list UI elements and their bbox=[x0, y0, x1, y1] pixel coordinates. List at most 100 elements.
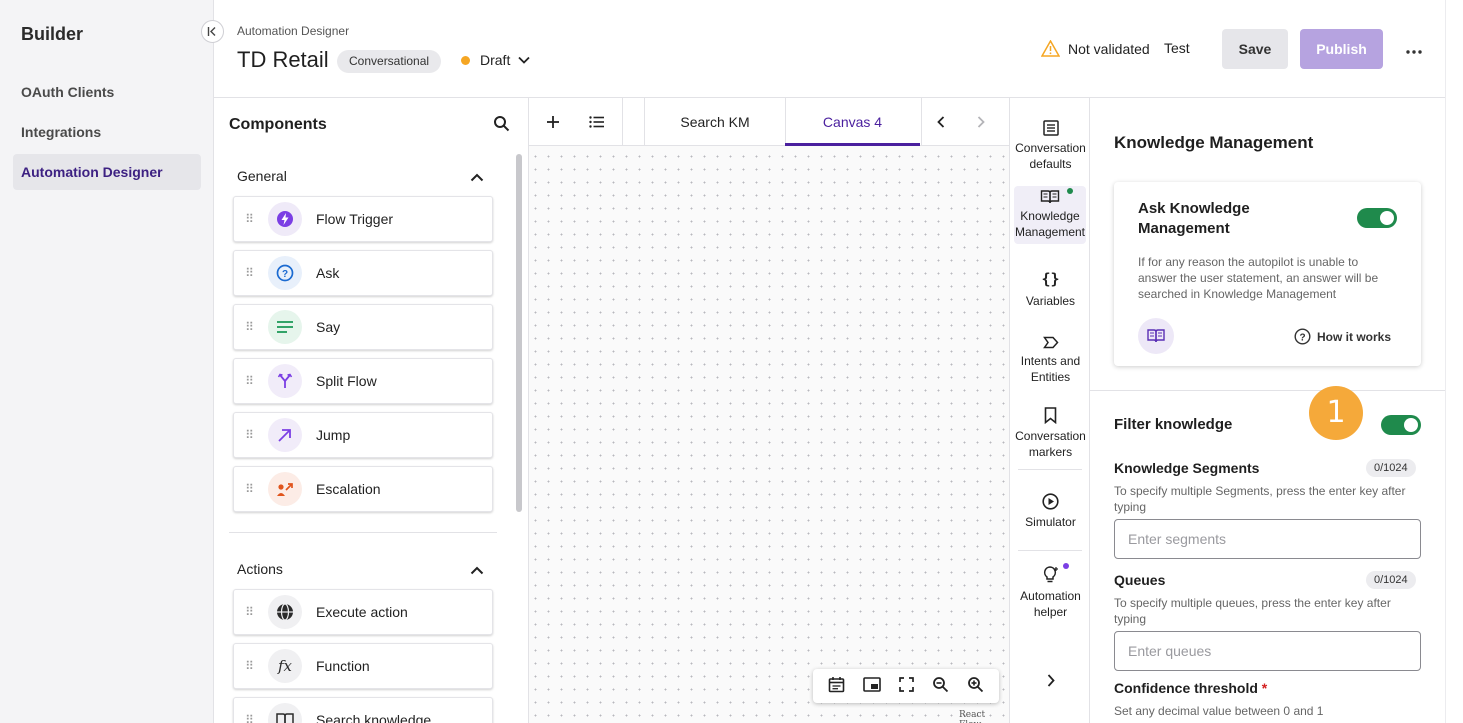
tab-separator bbox=[921, 98, 922, 146]
component-split-flow[interactable]: ⠿ Split Flow bbox=[233, 358, 493, 404]
drag-handle-icon[interactable]: ⠿ bbox=[234, 212, 264, 226]
active-indicator-dot bbox=[1067, 188, 1073, 194]
sidebar-item-label: Automation helper bbox=[1020, 589, 1081, 619]
tab-search-km[interactable]: Search KM bbox=[645, 98, 785, 146]
component-escalation[interactable]: ⠿ Escalation bbox=[233, 466, 493, 512]
status-label: Draft bbox=[480, 52, 511, 68]
sidebar-item-knowledge-management[interactable]: Knowledge Management bbox=[1014, 186, 1086, 244]
play-circle-icon bbox=[1042, 493, 1059, 510]
sidebar-item-intents-entities[interactable]: Intents and Entities bbox=[1010, 336, 1091, 385]
component-flow-trigger[interactable]: ⠿ Flow Trigger bbox=[233, 196, 493, 242]
tab-canvas-4[interactable]: Canvas 4 bbox=[785, 98, 920, 146]
status-dropdown[interactable]: Draft bbox=[461, 52, 530, 68]
react-flow-attribution[interactable]: React Flow bbox=[959, 710, 1009, 723]
drag-handle-icon[interactable]: ⠿ bbox=[234, 659, 264, 673]
sidebar-divider bbox=[1018, 469, 1082, 470]
drag-handle-icon[interactable]: ⠿ bbox=[234, 482, 264, 496]
collapse-sidebar-button[interactable] bbox=[201, 20, 224, 43]
component-function[interactable]: ⠿ fx Function bbox=[233, 643, 493, 689]
components-scrollbar[interactable] bbox=[516, 154, 522, 512]
canvas-list-button[interactable] bbox=[583, 98, 611, 146]
publish-button[interactable]: Publish bbox=[1300, 29, 1383, 69]
save-button[interactable]: Save bbox=[1222, 29, 1288, 69]
fit-view-button[interactable] bbox=[899, 677, 914, 695]
function-icon: fx bbox=[268, 649, 302, 683]
ask-km-toggle[interactable] bbox=[1357, 208, 1397, 228]
question-icon: ? bbox=[268, 256, 302, 290]
sidebar-item-variables[interactable]: {} Variables bbox=[1010, 271, 1091, 309]
segments-input[interactable] bbox=[1114, 519, 1421, 559]
section-actions-label[interactable]: Actions bbox=[237, 561, 283, 577]
breadcrumb[interactable]: Automation Designer bbox=[237, 24, 349, 38]
queues-input[interactable] bbox=[1114, 631, 1421, 671]
knowledge-management-panel: Knowledge Management Ask Knowledge Manag… bbox=[1090, 98, 1454, 723]
test-button[interactable]: Test bbox=[1164, 40, 1190, 56]
zoom-out-button[interactable] bbox=[932, 676, 949, 696]
scroll-tabs-left-button[interactable] bbox=[927, 98, 955, 146]
nav-item-automation-designer[interactable]: Automation Designer bbox=[13, 154, 201, 190]
section-general-label[interactable]: General bbox=[237, 168, 287, 184]
confidence-label: Confidence threshold * bbox=[1114, 680, 1267, 696]
nav-item-integrations[interactable]: Integrations bbox=[13, 114, 201, 150]
bookmark-icon bbox=[1044, 407, 1057, 424]
lightbulb-icon bbox=[1043, 566, 1058, 583]
escalation-icon bbox=[268, 472, 302, 506]
drag-handle-icon[interactable]: ⠿ bbox=[234, 266, 264, 280]
chevron-right-icon bbox=[1047, 674, 1055, 687]
drag-handle-icon[interactable]: ⠿ bbox=[234, 713, 264, 723]
component-ask[interactable]: ⠿ ? Ask bbox=[233, 250, 493, 296]
zoom-in-button[interactable] bbox=[967, 676, 984, 696]
drag-handle-icon[interactable]: ⠿ bbox=[234, 320, 264, 334]
tab-separator bbox=[622, 98, 623, 146]
page-title: TD Retail bbox=[237, 47, 329, 72]
confidence-help: Set any decimal value between 0 and 1 bbox=[1114, 704, 1324, 718]
sidebar-item-automation-helper[interactable]: Automation helper bbox=[1010, 563, 1091, 620]
sidebar-item-conversation-defaults[interactable]: Conversation defaults bbox=[1010, 120, 1091, 172]
sidebar-item-label: Intents and Entities bbox=[1020, 354, 1081, 384]
segments-help: To specify multiple Segments, press the … bbox=[1114, 484, 1406, 514]
search-icon bbox=[494, 116, 510, 132]
validation-status[interactable]: Not validated bbox=[1041, 40, 1150, 57]
drag-handle-icon[interactable]: ⠿ bbox=[234, 605, 264, 619]
lightning-icon bbox=[268, 202, 302, 236]
component-execute-action[interactable]: ⠿ Execute action bbox=[233, 589, 493, 635]
chevron-up-icon bbox=[470, 566, 484, 575]
sidebar-divider bbox=[1018, 550, 1082, 551]
more-options-button[interactable] bbox=[1406, 38, 1422, 59]
sidebar-item-label: Simulator bbox=[1025, 515, 1076, 529]
book-icon bbox=[268, 703, 302, 723]
scroll-tabs-right-button[interactable] bbox=[967, 98, 995, 146]
collapse-general-button[interactable] bbox=[470, 169, 484, 185]
component-search-knowledge[interactable]: ⠿ Search knowledge bbox=[233, 697, 493, 723]
minimap-icon bbox=[863, 677, 881, 692]
collapse-actions-button[interactable] bbox=[470, 562, 484, 578]
component-label: Escalation bbox=[316, 481, 381, 497]
sidebar-item-conversation-markers[interactable]: Conversation markers bbox=[1010, 407, 1091, 460]
component-jump[interactable]: ⠿ Jump bbox=[233, 412, 493, 458]
filter-knowledge-title: Filter knowledge bbox=[1114, 416, 1233, 433]
nav-item-oauth-clients[interactable]: OAuth Clients bbox=[13, 74, 201, 110]
label-icon bbox=[1042, 336, 1059, 349]
page-header: Automation Designer TD Retail Conversati… bbox=[214, 0, 1463, 98]
component-say[interactable]: ⠿ Say bbox=[233, 304, 493, 350]
drag-handle-icon[interactable]: ⠿ bbox=[234, 428, 264, 442]
expand-sidebar-button[interactable] bbox=[1010, 674, 1091, 691]
components-panel: Components General ⠿ Flow Trigger ⠿ ? As… bbox=[214, 98, 529, 723]
plus-icon bbox=[547, 116, 559, 128]
drag-handle-icon[interactable]: ⠿ bbox=[234, 374, 264, 388]
queues-counter: 0/1024 bbox=[1366, 571, 1416, 589]
filter-knowledge-toggle[interactable] bbox=[1381, 415, 1421, 435]
calendar-button[interactable] bbox=[828, 676, 845, 696]
minimap-button[interactable] bbox=[863, 677, 881, 695]
warning-icon bbox=[1041, 40, 1060, 57]
zoom-out-icon bbox=[933, 677, 949, 693]
sidebar-item-simulator[interactable]: Simulator bbox=[1010, 493, 1091, 530]
card-description: If for any reason the autopilot is unabl… bbox=[1138, 255, 1379, 301]
list-icon bbox=[589, 116, 604, 128]
brand-title: Builder bbox=[21, 24, 84, 44]
search-button[interactable] bbox=[493, 115, 510, 135]
add-canvas-button[interactable] bbox=[539, 98, 567, 146]
flow-canvas[interactable]: Search KM Canvas 4 React Flow bbox=[529, 98, 1009, 723]
how-it-works-link[interactable]: ? How it works bbox=[1294, 328, 1391, 345]
section-divider bbox=[229, 532, 497, 533]
